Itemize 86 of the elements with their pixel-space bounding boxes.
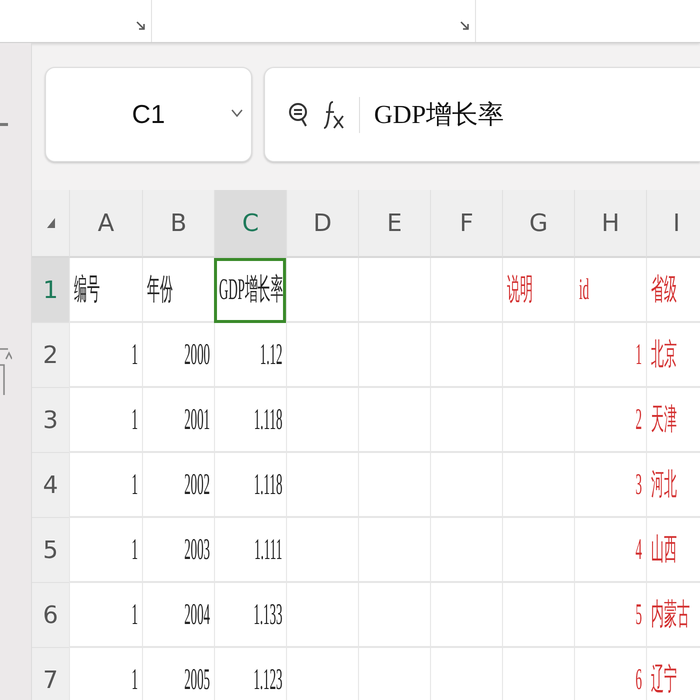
empty-cell[interactable] xyxy=(358,388,430,453)
table-cell[interactable]: 2001 xyxy=(142,388,214,453)
table-cell[interactable]: 2000 xyxy=(142,323,214,388)
column-header[interactable]: A xyxy=(69,190,142,258)
table-cell[interactable]: 河北 xyxy=(646,453,700,518)
empty-cell[interactable] xyxy=(430,323,502,388)
column-header[interactable]: H xyxy=(574,190,646,258)
empty-cell[interactable] xyxy=(502,388,574,453)
column-header[interactable]: D xyxy=(286,190,358,258)
table-cell[interactable]: 1 xyxy=(69,648,142,700)
row-header[interactable]: 7 xyxy=(32,648,69,700)
name-box[interactable]: C1 xyxy=(45,67,252,162)
empty-cell[interactable] xyxy=(286,453,358,518)
table-cell[interactable]: 山西 xyxy=(646,518,700,583)
table-cell[interactable]: 2 xyxy=(574,388,646,453)
empty-cell[interactable] xyxy=(430,518,502,583)
table-cell[interactable]: 2003 xyxy=(142,518,214,583)
empty-cell[interactable] xyxy=(502,518,574,583)
table-cell[interactable]: 1 xyxy=(574,323,646,388)
table-cell[interactable]: 1.111 xyxy=(214,518,286,583)
caret-icon[interactable] xyxy=(231,108,243,118)
upload-icon[interactable] xyxy=(0,347,12,397)
table-cell[interactable]: 6 xyxy=(574,648,646,700)
empty-cell[interactable] xyxy=(430,388,502,453)
table-cell[interactable]: 4 xyxy=(574,518,646,583)
table-cell[interactable]: 1 xyxy=(69,518,142,583)
column-header[interactable]: E xyxy=(358,190,430,258)
table-cell[interactable]: 天津 xyxy=(646,388,700,453)
table-cell[interactable]: 1 xyxy=(69,323,142,388)
column-header[interactable]: I xyxy=(646,190,700,258)
table-cell[interactable]: 5 xyxy=(574,583,646,648)
table-cell[interactable]: 3 xyxy=(574,453,646,518)
function-icon[interactable] xyxy=(323,100,345,130)
empty-cell[interactable] xyxy=(286,518,358,583)
empty-cell[interactable] xyxy=(286,583,358,648)
triangle-icon[interactable] xyxy=(46,218,54,228)
table-cell[interactable]: 2002 xyxy=(142,453,214,518)
launcher-icon[interactable] xyxy=(136,21,145,30)
empty-cell[interactable] xyxy=(358,583,430,648)
table-cell[interactable]: 辽宁 xyxy=(646,648,700,700)
column-header[interactable]: B xyxy=(142,190,214,258)
empty-cell[interactable] xyxy=(358,518,430,583)
table-cell[interactable]: 2004 xyxy=(142,583,214,648)
row-header[interactable]: 3 xyxy=(32,388,69,453)
empty-cell[interactable] xyxy=(358,323,430,388)
column-header[interactable]: F xyxy=(430,190,502,258)
table-cell[interactable]: 1 xyxy=(69,453,142,518)
table-cell[interactable]: 1 xyxy=(69,388,142,453)
launcher-icon[interactable] xyxy=(460,21,469,30)
table-cell[interactable]: 省级 xyxy=(646,258,700,323)
empty-cell[interactable] xyxy=(286,258,358,323)
formula-bar[interactable]: GDP增长率 xyxy=(264,67,700,162)
dash-icon[interactable] xyxy=(0,123,8,127)
table-cell[interactable]: 内蒙古 xyxy=(646,583,700,648)
table-cell[interactable]: 1.118 xyxy=(214,453,286,518)
table-cell[interactable]: 2005 xyxy=(142,648,214,700)
empty-cell[interactable] xyxy=(358,453,430,518)
empty-cell[interactable] xyxy=(430,258,502,323)
table-cell[interactable]: 1.133 xyxy=(214,583,286,648)
row-header[interactable]: 1 xyxy=(32,258,69,323)
table-cell[interactable]: 1.118 xyxy=(214,388,286,453)
table-cell[interactable]: 1.12 xyxy=(214,323,286,388)
column-header[interactable]: C xyxy=(214,190,286,258)
empty-cell[interactable] xyxy=(502,323,574,388)
formula-text: GDP增长率 xyxy=(374,99,504,131)
table-cell[interactable]: id xyxy=(574,258,646,323)
table-cell[interactable]: 说明 xyxy=(502,258,574,323)
table-cell[interactable]: 北京 xyxy=(646,323,700,388)
empty-cell[interactable] xyxy=(502,583,574,648)
empty-cell[interactable] xyxy=(430,583,502,648)
table-cell[interactable]: 1.123 xyxy=(214,648,286,700)
empty-cell[interactable] xyxy=(286,388,358,453)
row-header[interactable]: 6 xyxy=(32,583,69,648)
column-header[interactable]: G xyxy=(502,190,574,258)
table-cell[interactable]: GDP增长率 xyxy=(214,258,286,323)
table-cell[interactable]: 年份 xyxy=(142,258,214,323)
table-cell[interactable]: 编号 xyxy=(69,258,142,323)
empty-cell[interactable] xyxy=(286,323,358,388)
zoom-icon[interactable] xyxy=(289,102,309,128)
row-header[interactable]: 5 xyxy=(32,518,69,583)
empty-cell[interactable] xyxy=(430,453,502,518)
empty-cell[interactable] xyxy=(358,258,430,323)
row-header[interactable]: 4 xyxy=(32,453,69,518)
empty-cell[interactable] xyxy=(502,453,574,518)
row-header[interactable]: 2 xyxy=(32,323,69,388)
table-cell[interactable]: 1 xyxy=(69,583,142,648)
